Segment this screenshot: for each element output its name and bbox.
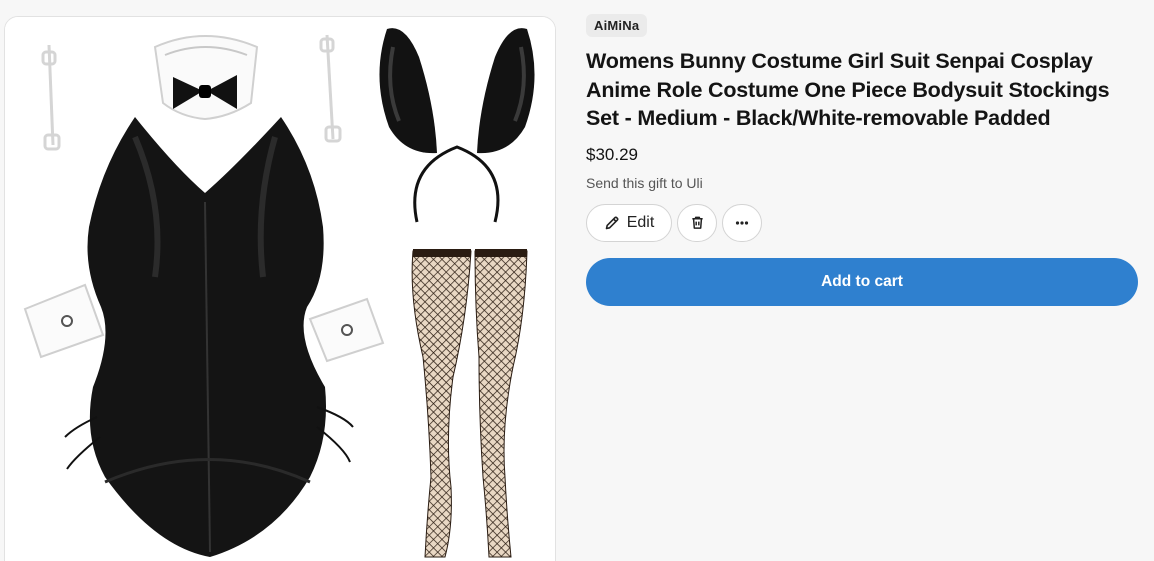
edit-button[interactable]: Edit — [586, 203, 672, 242]
product-price: $30.29 — [586, 144, 638, 164]
product-title: Womens Bunny Costume Girl Suit Senpai Co… — [586, 49, 1110, 130]
more-options-button[interactable] — [722, 203, 762, 242]
add-to-cart-button[interactable]: Add to cart — [586, 257, 1138, 306]
gift-recipient-note: Send this gift to Uli — [586, 174, 703, 191]
product-image-card[interactable] — [4, 16, 556, 561]
pencil-icon — [604, 215, 620, 231]
item-actions: Edit — [586, 203, 1140, 242]
edit-button-label: Edit — [626, 213, 655, 231]
trash-icon — [690, 215, 705, 230]
product-page: AiMiNa Womens Bunny Costume Girl Suit Se… — [0, 0, 1154, 561]
more-horizontal-icon — [734, 215, 750, 231]
product-details: AiMiNa Womens Bunny Costume Girl Suit Se… — [586, 14, 1140, 306]
collar-bowtie — [153, 35, 259, 121]
product-image[interactable] — [5, 17, 555, 561]
delete-button[interactable] — [677, 203, 717, 242]
brand-badge[interactable]: AiMiNa — [586, 14, 648, 37]
